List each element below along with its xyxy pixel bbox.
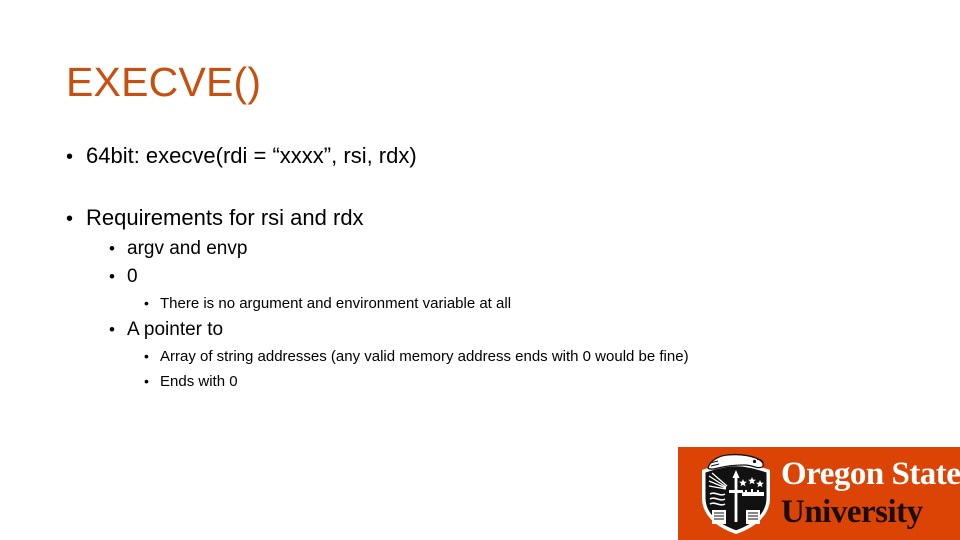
bullet-text: 64bit: execve(rdi = “xxxx”, rsi, rdx) — [86, 143, 417, 168]
osu-wordmark-line1: Oregon State — [781, 456, 960, 492]
bullet-text: Array of string addresses (any valid mem… — [160, 348, 689, 365]
bullet-dot-icon: • — [109, 239, 115, 258]
bullet-item-level2: • 0 — [109, 263, 916, 291]
bullet-text: There is no argument and environment var… — [160, 295, 512, 312]
oregon-state-university-logo: Oregon State University — [678, 447, 960, 540]
bullet-item-level3: • There is no argument and environment v… — [144, 291, 916, 316]
bullet-dot-icon: • — [109, 267, 115, 286]
bullet-text: Ends with 0 — [160, 373, 238, 390]
slide-canvas: EXECVE() • 64bit: execve(rdi = “xxxx”, r… — [0, 0, 960, 540]
bullet-item-level1: • 64bit: execve(rdi = “xxxx”, rsi, rdx) — [66, 140, 916, 173]
bullet-text: Requirements for rsi and rdx — [86, 205, 364, 230]
bullet-dot-icon: • — [66, 146, 74, 168]
bullet-dot-icon: • — [66, 208, 74, 230]
page-title: EXECVE() — [66, 59, 262, 105]
slide-body: • 64bit: execve(rdi = “xxxx”, rsi, rdx) … — [66, 140, 916, 394]
bullet-item-level2: • argv and envp — [109, 235, 916, 263]
bullet-item-level1: • Requirements for rsi and rdx — [66, 202, 916, 235]
bullet-text: A pointer to — [127, 319, 224, 340]
bullet-item-level2: • A pointer to — [109, 316, 916, 344]
bullet-dot-icon: • — [144, 295, 149, 311]
bullet-text: 0 — [127, 266, 138, 287]
bullet-item-level3: • Ends with 0 — [144, 369, 916, 394]
osu-wordmark: Oregon State University — [781, 455, 960, 531]
bullet-item-level3: • Array of string addresses (any valid m… — [144, 344, 916, 369]
bullet-dot-icon: • — [144, 373, 149, 389]
osu-wordmark-line2: University — [781, 494, 923, 530]
beaver-shield-crest-icon — [702, 453, 770, 534]
bullet-dot-icon: • — [109, 320, 115, 339]
bullet-dot-icon: • — [144, 348, 149, 364]
bullet-text: argv and envp — [127, 238, 248, 259]
